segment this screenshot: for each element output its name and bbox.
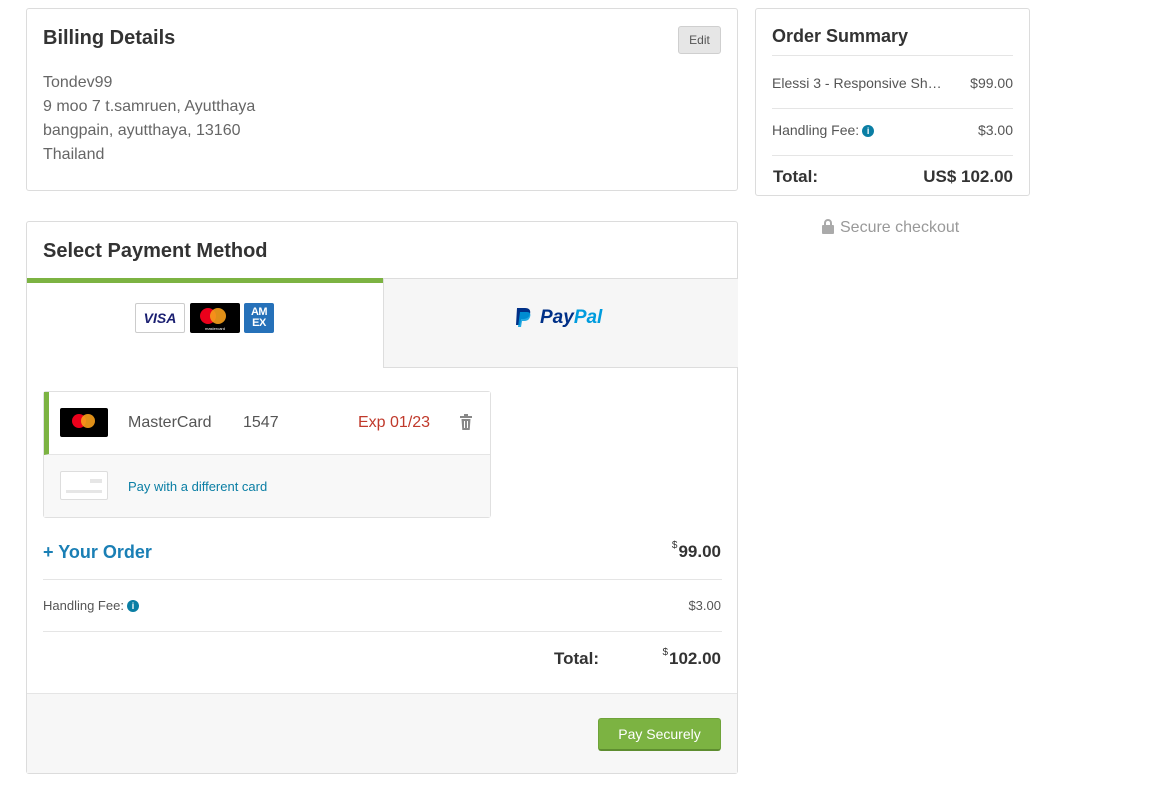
- total-currency: $: [662, 647, 668, 658]
- saved-cards-list: MasterCard 1547 Exp 01/23 Pay with a dif…: [43, 391, 491, 518]
- payment-title: Select Payment Method: [43, 240, 268, 262]
- total-amount-value: 102.00: [669, 649, 721, 668]
- card-last4: 1547: [243, 414, 279, 431]
- divider: [43, 579, 722, 580]
- trash-icon[interactable]: [459, 413, 473, 431]
- divider: [772, 155, 1013, 156]
- paypal-brand-part1: Pay: [540, 307, 574, 329]
- summary-handling-fee-label: Handling Fee:: [772, 122, 860, 138]
- order-amount-value: 99.00: [678, 542, 721, 561]
- address-line: Thailand: [43, 146, 105, 163]
- mastercard-icon: [60, 408, 108, 437]
- divider: [772, 55, 1013, 56]
- tab-paypal[interactable]: PayPal: [383, 278, 738, 368]
- order-summary-panel: Order Summary Elessi 3 - Responsive Sh… …: [755, 8, 1030, 196]
- paypal-icon: [516, 308, 531, 327]
- billing-title: Billing Details: [43, 27, 176, 49]
- total-amount: $102.00: [662, 647, 721, 669]
- payment-method-panel: Select Payment Method VISA mastercard AM…: [26, 221, 738, 774]
- card-brand: MasterCard: [128, 414, 212, 431]
- summary-handling-fee: Handling Fee: i: [772, 122, 875, 138]
- summary-item-name: Elessi 3 - Responsive Sh…: [772, 75, 942, 91]
- secure-checkout: Secure checkout: [822, 219, 959, 237]
- card-expiry: Exp 01/23: [358, 414, 431, 431]
- amex-logo: AM EX: [244, 303, 274, 333]
- visa-logo: VISA: [135, 303, 185, 333]
- secure-checkout-label: Secure checkout: [840, 219, 960, 236]
- summary-handling-fee-amount: $3.00: [977, 122, 1013, 138]
- paypal-logo: PayPal: [514, 307, 602, 329]
- address-line: bangpain, ayutthaya, 13160: [43, 122, 241, 139]
- divider: [772, 108, 1013, 109]
- handling-fee-amount: $3.00: [688, 598, 721, 613]
- mastercard-logo: mastercard: [190, 303, 240, 333]
- handling-fee-row: Handling Fee: i: [43, 598, 139, 613]
- billing-details-panel: Billing Details Edit Tondev99 9 moo 7 t.…: [26, 8, 738, 191]
- order-amount: $99.00: [671, 540, 721, 562]
- payment-footer: Pay Securely: [27, 693, 737, 773]
- tab-credit-card[interactable]: VISA mastercard AM EX: [27, 278, 383, 368]
- saved-card-row[interactable]: MasterCard 1547 Exp 01/23: [44, 392, 490, 455]
- billing-address: Tondev99 9 moo 7 t.samruen, Ayutthaya ba…: [43, 71, 255, 167]
- divider: [43, 631, 722, 632]
- pay-securely-button[interactable]: Pay Securely: [598, 718, 721, 751]
- order-currency: $: [671, 540, 678, 551]
- blank-card-icon: [60, 471, 108, 500]
- info-icon[interactable]: i: [126, 600, 139, 612]
- info-icon[interactable]: i: [862, 125, 875, 137]
- different-card-row[interactable]: Pay with a different card: [44, 455, 490, 517]
- mastercard-logo-text: mastercard: [204, 326, 225, 331]
- paypal-brand-part2: Pal: [573, 307, 603, 329]
- address-line: Tondev99: [43, 74, 113, 91]
- pay-different-card-link[interactable]: Pay with a different card: [128, 479, 267, 494]
- summary-item-amount: $99.00: [970, 75, 1013, 91]
- summary-total-amount: US$ 102.00: [923, 167, 1013, 186]
- summary-total-label: Total:: [773, 167, 819, 186]
- total-label: Total:: [554, 649, 600, 668]
- lock-icon: [822, 219, 834, 234]
- handling-fee-label: Handling Fee:: [43, 598, 124, 613]
- your-order-toggle[interactable]: + Your Order: [43, 542, 152, 563]
- order-summary-title: Order Summary: [772, 26, 909, 46]
- address-line: 9 moo 7 t.samruen, Ayutthaya: [43, 98, 256, 115]
- edit-billing-button[interactable]: Edit: [678, 26, 721, 54]
